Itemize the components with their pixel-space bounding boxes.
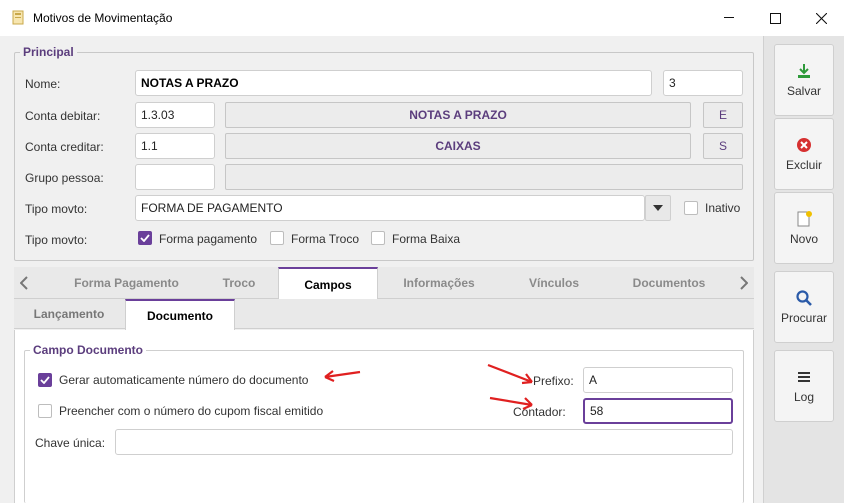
annotation-arrow-1 <box>324 370 361 383</box>
checkmark-icon <box>140 234 150 242</box>
tab-campos[interactable]: Campos <box>278 267 378 300</box>
tipo-movto-dropdown-button[interactable] <box>645 195 671 221</box>
forma-pagamento-checkbox[interactable] <box>138 231 152 245</box>
code-input[interactable]: 3 <box>663 70 743 96</box>
forma-baixa-checkbox[interactable] <box>371 231 385 245</box>
conta-debitar-flag: E <box>703 102 743 128</box>
new-button[interactable]: Novo <box>774 192 834 264</box>
tipo-movto-select[interactable]: FORMA DE PAGAMENTO <box>135 195 645 221</box>
annotation-arrow-3 <box>489 396 533 411</box>
conta-debitar-input[interactable]: 1.3.03 <box>135 102 215 128</box>
inativo-label: Inativo <box>705 201 741 215</box>
forma-baixa-label: Forma Baixa <box>392 232 461 246</box>
tabs-bar: Forma Pagamento Troco Campos Informações… <box>14 267 754 300</box>
nome-input[interactable]: NOTAS A PRAZO <box>135 70 652 96</box>
gerar-automaticamente-checkbox[interactable] <box>38 373 52 387</box>
save-button[interactable]: Salvar <box>774 44 834 116</box>
nome-label: Nome: <box>25 77 61 91</box>
contador-input[interactable]: 58 <box>583 398 733 424</box>
forma-pagamento-label: Forma pagamento <box>159 232 258 246</box>
conta-creditar-label: Conta creditar: <box>25 140 104 154</box>
close-button[interactable] <box>798 0 844 36</box>
conta-creditar-input[interactable]: 1.1 <box>135 133 215 159</box>
tipo-movto2-label: Tipo movto: <box>25 233 88 247</box>
subtabs-bar: Lançamento Documento <box>14 299 754 330</box>
chave-unica-input[interactable] <box>115 429 733 455</box>
grupo-pessoa-input[interactable] <box>135 164 215 190</box>
window-title: Motivos de Movimentação <box>33 11 173 25</box>
app-icon <box>12 10 24 25</box>
preencher-cupom-checkbox[interactable] <box>38 404 52 418</box>
log-icon <box>798 372 810 382</box>
tab-forma-pagamento[interactable]: Forma Pagamento <box>54 267 199 299</box>
checkmark-icon <box>40 376 50 384</box>
principal-legend: Principal <box>20 45 77 59</box>
gerar-automaticamente-label: Gerar automaticamente número do document… <box>59 373 309 387</box>
chevron-left-icon <box>20 276 28 290</box>
tipo-movto-label: Tipo movto: <box>25 202 88 216</box>
search-icon <box>796 290 812 306</box>
conta-creditar-description: CAIXAS <box>225 133 691 159</box>
save-icon <box>798 64 810 78</box>
preencher-cupom-label: Preencher com o número do cupom fiscal e… <box>59 404 324 418</box>
conta-debitar-label: Conta debitar: <box>25 109 101 123</box>
search-button[interactable]: Procurar <box>774 271 834 343</box>
tabs-scroll-right[interactable] <box>734 267 754 299</box>
forma-troco-label: Forma Troco <box>291 232 360 246</box>
campo-documento-legend: Campo Documento <box>30 343 147 357</box>
chave-unica-label: Chave única: <box>35 436 106 450</box>
delete-label: Excluir <box>785 158 822 172</box>
save-label: Salvar <box>786 84 821 98</box>
maximize-button[interactable] <box>752 0 798 36</box>
annotation-arrow-2 <box>487 363 533 385</box>
subtab-documento[interactable]: Documento <box>125 299 235 330</box>
chevron-right-icon <box>740 276 748 290</box>
log-label: Log <box>793 390 815 404</box>
search-label: Procurar <box>780 311 827 325</box>
conta-creditar-flag: S <box>703 133 743 159</box>
grupo-pessoa-description <box>225 164 743 190</box>
tab-troco[interactable]: Troco <box>199 267 279 299</box>
tab-documentos[interactable]: Documentos <box>614 267 724 299</box>
tab-informacoes[interactable]: Informações <box>389 267 489 299</box>
grupo-pessoa-label: Grupo pessoa: <box>25 171 104 185</box>
minimize-button[interactable] <box>706 0 752 36</box>
subtab-lancamento[interactable]: Lançamento <box>14 299 124 329</box>
new-label: Novo <box>789 232 818 246</box>
prefixo-input[interactable]: A <box>583 367 733 393</box>
delete-button[interactable]: Excluir <box>774 118 834 190</box>
delete-icon <box>797 138 811 152</box>
chevron-down-icon <box>653 205 663 211</box>
tabs-scroll-left[interactable] <box>14 267 34 299</box>
tab-vinculos[interactable]: Vínculos <box>504 267 604 299</box>
inativo-checkbox[interactable] <box>684 201 698 215</box>
log-button[interactable]: Log <box>774 350 834 422</box>
new-document-icon <box>797 211 812 227</box>
conta-debitar-description: NOTAS A PRAZO <box>225 102 691 128</box>
forma-troco-checkbox[interactable] <box>270 231 284 245</box>
